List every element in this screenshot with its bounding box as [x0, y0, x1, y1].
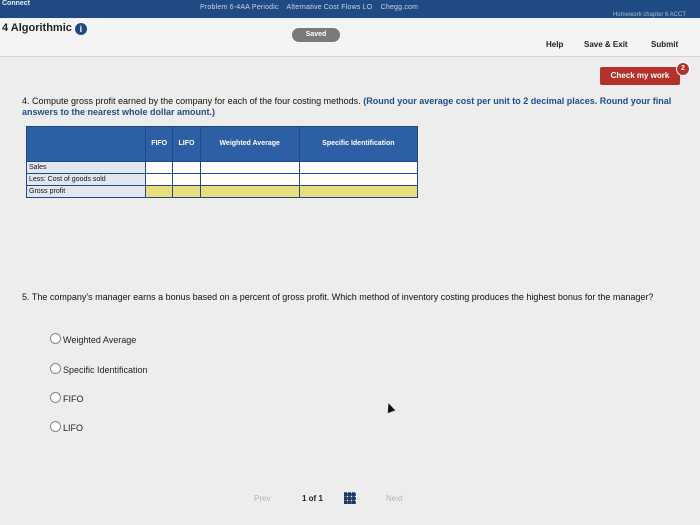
row-label-sales: Sales — [26, 161, 146, 174]
check-my-work-button[interactable]: Check my work — [600, 67, 680, 85]
option-label: Specific Identification — [63, 365, 148, 375]
column-fifo: FIFO — [144, 126, 174, 162]
column-weighted-average: Weighted Average — [199, 126, 300, 162]
option-fifo[interactable]: FIFO — [50, 392, 84, 404]
info-icon[interactable]: i — [74, 23, 87, 35]
question-grid-icon[interactable] — [344, 492, 356, 504]
gross-fifo-cell — [144, 185, 174, 198]
option-label: Weighted Average — [63, 335, 137, 345]
table-corner-cell — [26, 126, 146, 162]
cogs-fifo-input[interactable] — [144, 173, 174, 186]
radio-icon[interactable] — [50, 333, 61, 344]
saved-status-badge: Saved — [292, 28, 340, 42]
sales-weighted-input[interactable] — [199, 161, 300, 174]
table-header-row: FIFO LIFO Weighted Average Specific Iden… — [26, 126, 419, 162]
column-lifo: LIFO — [172, 126, 201, 162]
browser-topbar: Connect Problem 6-4AA Periodic Alternati… — [0, 0, 700, 18]
option-lifo[interactable]: LIFO — [50, 421, 83, 433]
radio-icon[interactable] — [50, 392, 61, 403]
tab-alternative[interactable]: Alternative Cost Flows LO — [286, 4, 372, 11]
assignment-title: 4 Algorithmic i — [2, 22, 87, 35]
prev-button[interactable]: Prev — [254, 494, 270, 503]
row-label-gross-profit: Gross profit — [26, 185, 146, 198]
gross-lifo-cell — [172, 185, 201, 198]
submit-button[interactable]: Submit — [651, 40, 678, 49]
option-label: LIFO — [63, 423, 84, 433]
question-5-text: 5. The company's manager earns a bonus b… — [22, 292, 654, 302]
option-weighted-average[interactable]: Weighted Average — [50, 333, 136, 345]
cogs-specific-input[interactable] — [298, 173, 419, 186]
table-row: Sales — [26, 161, 419, 174]
gross-weighted-cell — [199, 185, 300, 198]
option-specific-identification[interactable]: Specific Identification — [50, 363, 148, 375]
gross-specific-cell — [298, 185, 419, 198]
page-indicator: 1 of 1 — [302, 494, 323, 503]
radio-icon[interactable] — [50, 363, 61, 374]
tab-problem[interactable]: Problem 6-4AA Periodic — [200, 4, 279, 11]
cogs-lifo-input[interactable] — [172, 173, 201, 186]
table-row: Gross profit — [26, 185, 419, 198]
cogs-weighted-input[interactable] — [199, 173, 300, 186]
save-exit-button[interactable]: Save & Exit — [584, 40, 628, 49]
title-text: 4 Algorithmic — [2, 22, 72, 34]
sales-fifo-input[interactable] — [144, 161, 174, 174]
sales-lifo-input[interactable] — [172, 161, 201, 174]
sales-specific-input[interactable] — [298, 161, 419, 174]
row-label-cogs: Less: Cost of goods sold — [26, 173, 146, 186]
question-4: 4. Compute gross profit earned by the co… — [22, 96, 672, 118]
gross-profit-table: FIFO LIFO Weighted Average Specific Iden… — [26, 126, 419, 198]
next-button[interactable]: Next — [386, 494, 402, 503]
radio-icon[interactable] — [50, 421, 61, 432]
help-button[interactable]: Help — [546, 40, 563, 49]
brand-label: Connect — [2, 0, 30, 7]
mouse-pointer-icon — [384, 401, 396, 414]
table-row: Less: Cost of goods sold — [26, 173, 419, 186]
question-4-text: 4. Compute gross profit earned by the co… — [22, 96, 361, 106]
tab-strip: Problem 6-4AA Periodic Alternative Cost … — [200, 4, 424, 11]
assignment-header: 4 Algorithmic i Saved Help Save & Exit Su… — [0, 18, 700, 57]
option-label: FIFO — [63, 394, 84, 404]
tab-chegg[interactable]: Chegg.com — [381, 4, 419, 11]
attempts-badge: 2 — [676, 62, 690, 76]
column-specific-identification: Specific Identification — [298, 126, 419, 162]
